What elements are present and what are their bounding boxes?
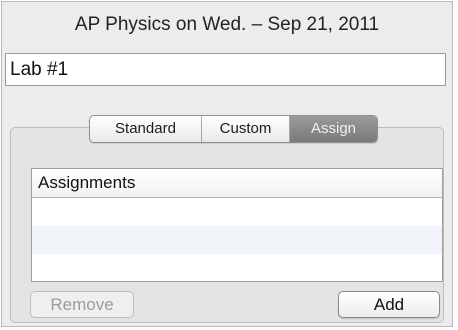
remove-button[interactable]: Remove [30,291,134,318]
table-row[interactable] [32,254,442,281]
tab-segmented-control: Standard Custom Assign [89,115,378,143]
assignment-panel: AP Physics on Wed. – Sep 21, 2011 Standa… [1,1,453,327]
table-row[interactable] [32,198,442,226]
name-field[interactable] [5,53,446,86]
tab-standard[interactable]: Standard [90,116,202,142]
panel-title: AP Physics on Wed. – Sep 21, 2011 [74,14,380,35]
assignments-column-header[interactable]: Assignments [32,169,442,198]
table-row[interactable] [32,226,442,254]
assignments-table[interactable]: Assignments [31,168,443,282]
tab-assign[interactable]: Assign [290,116,377,142]
tab-custom[interactable]: Custom [202,116,290,142]
add-button[interactable]: Add [338,291,440,318]
